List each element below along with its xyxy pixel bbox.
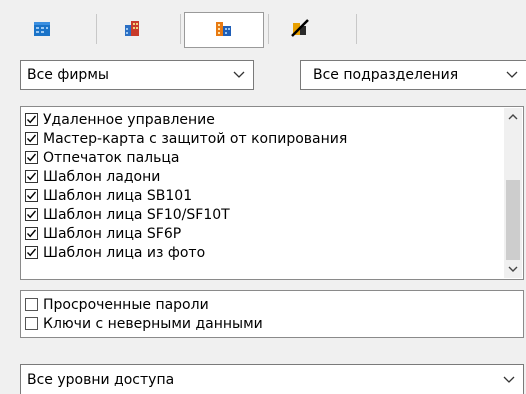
- list-item[interactable]: Шаблон лица SB101: [25, 186, 192, 205]
- department-select[interactable]: Все подразделения: [300, 60, 526, 90]
- checkbox[interactable]: [25, 189, 38, 202]
- toolbar-separator: [268, 14, 269, 44]
- tool-button-departments[interactable]: [104, 12, 160, 48]
- list-item-label: Шаблон лица SB101: [43, 187, 193, 204]
- tool-button-all-companies[interactable]: [14, 12, 70, 48]
- list-item-label: Просроченные пароли: [43, 296, 209, 313]
- scroll-thumb[interactable]: [506, 180, 520, 260]
- tool-button-no-building[interactable]: [272, 12, 328, 48]
- list-item[interactable]: Шаблон лица SF10/SF10T: [25, 205, 230, 224]
- department-select-value: Все подразделения: [313, 67, 459, 83]
- checkbox[interactable]: [25, 208, 38, 221]
- checkbox[interactable]: [25, 246, 38, 259]
- toolbar-separator: [356, 14, 357, 44]
- checkbox[interactable]: [25, 317, 38, 330]
- list-item[interactable]: Ключи с неверными данными: [25, 314, 263, 333]
- list-item[interactable]: Шаблон лица SF6P: [25, 224, 181, 243]
- orange-building-icon: [214, 18, 234, 42]
- tool-button-selected-building[interactable]: [184, 12, 264, 48]
- checkbox[interactable]: [25, 298, 38, 311]
- checkbox[interactable]: [25, 151, 38, 164]
- blue-building-icon: [33, 19, 51, 41]
- scroll-down-arrow-icon[interactable]: [504, 260, 522, 278]
- crossed-out-building-icon: [290, 18, 310, 42]
- credential-types-list[interactable]: Удаленное управление Мастер-карта с защи…: [20, 106, 524, 280]
- list-item-label: Ключи с неверными данными: [43, 315, 263, 332]
- toolbar: [0, 0, 526, 52]
- checkbox[interactable]: [25, 170, 38, 183]
- list-item[interactable]: Мастер-карта с защитой от копирования: [25, 129, 347, 148]
- list-item[interactable]: Шаблон лица из фото: [25, 243, 205, 262]
- list-item-label: Мастер-карта с защитой от копирования: [43, 130, 348, 147]
- scroll-up-arrow-icon[interactable]: [504, 108, 522, 126]
- list-item-label: Шаблон ладони: [43, 168, 161, 185]
- list-item-label: Шаблон лица из фото: [43, 244, 206, 261]
- access-level-select-value: Все уровни доступа: [27, 371, 175, 388]
- access-level-select[interactable]: Все уровни доступа: [20, 364, 524, 394]
- vertical-scrollbar[interactable]: [504, 108, 522, 278]
- checkbox[interactable]: [25, 132, 38, 145]
- chevron-down-icon: [498, 71, 526, 79]
- company-select[interactable]: Все фирмы: [20, 60, 254, 90]
- colored-building-icon: [123, 19, 141, 41]
- chevron-down-icon: [495, 376, 523, 384]
- chevron-down-icon: [225, 71, 253, 79]
- list-item-label: Удаленное управление: [43, 111, 215, 128]
- toolbar-separator: [180, 14, 181, 44]
- list-item[interactable]: Шаблон ладони: [25, 167, 160, 186]
- list-item[interactable]: Удаленное управление: [25, 110, 215, 129]
- list-item-label: Отпечаток пальца: [43, 149, 180, 166]
- checkbox[interactable]: [25, 227, 38, 240]
- company-select-value: Все фирмы: [27, 67, 109, 83]
- list-item-label: Шаблон лица SF10/SF10T: [43, 206, 230, 223]
- list-item-label: Шаблон лица SF6P: [43, 225, 182, 242]
- list-item[interactable]: Отпечаток пальца: [25, 148, 179, 167]
- list-item[interactable]: Просроченные пароли: [25, 295, 209, 314]
- extra-filters-list[interactable]: Просроченные пароли Ключи с неверными да…: [20, 290, 524, 338]
- checkbox[interactable]: [25, 113, 38, 126]
- toolbar-separator: [96, 14, 97, 44]
